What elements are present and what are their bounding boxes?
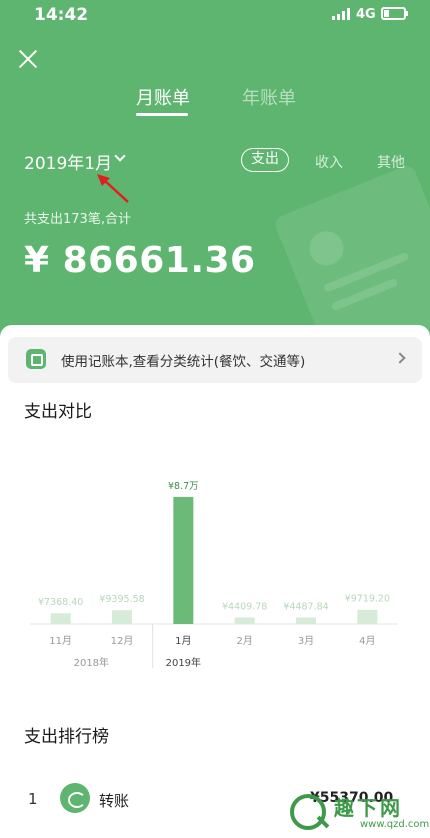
transfer-icon xyxy=(60,783,90,813)
signal-icon xyxy=(332,8,352,20)
chart-category-label: 3月 xyxy=(298,635,314,647)
chart-category-label: 2月 xyxy=(236,635,252,647)
year-label: 2018年 xyxy=(74,656,109,669)
chart-bar xyxy=(112,610,132,624)
decorative-card-illustration xyxy=(272,163,430,345)
compare-section-title: 支出对比 xyxy=(24,402,92,422)
expense-summary-text: 共支出173笔,合计 xyxy=(24,212,131,227)
year-label: 2019年 xyxy=(166,656,201,669)
tab-month-bill[interactable]: 月账单 xyxy=(136,84,190,110)
site-watermark: 趣下网 www.qzd.com xyxy=(290,790,430,838)
chart-category-label: 11月 xyxy=(49,635,72,647)
ranking-section-title: 支出排行榜 xyxy=(24,727,109,747)
chart-value-label: ¥9395.58 xyxy=(99,594,144,605)
total-amount: ¥ 86661.36 xyxy=(24,240,256,281)
ledger-icon xyxy=(26,349,46,369)
chart-value-label: ¥8.7万 xyxy=(168,481,199,492)
chart-bar xyxy=(357,609,378,624)
chart-value-label: ¥4487.84 xyxy=(283,601,328,612)
tab-underline xyxy=(136,113,188,116)
tip-text: 使用记账本,查看分类统计(餐饮、交通等) xyxy=(61,354,306,370)
month-picker[interactable]: 2019年1月 xyxy=(24,149,112,174)
annotation-arrow xyxy=(97,174,129,203)
header-panel: 14:42 4G 月账单 年账单 2019年1月 支出 收入 其他 共支出173… xyxy=(0,0,430,345)
filter-expense-button[interactable]: 支出 xyxy=(241,148,289,172)
chart-bar xyxy=(50,613,71,624)
chart-value-label: ¥9719.20 xyxy=(345,594,390,605)
chart-value-label: ¥7368.40 xyxy=(38,597,83,608)
rank-number: 1 xyxy=(28,790,38,808)
chart-category-label: 1月 xyxy=(175,635,191,647)
rank-category-name: 转账 xyxy=(99,792,130,810)
chart-bar xyxy=(234,617,255,624)
expense-compare-chart: ¥7368.40 11月 ¥9395.58 12月 ¥8.7万 1月 ¥4409.78 2月 ¥… xyxy=(30,481,398,669)
filter-other-button[interactable]: 其他 xyxy=(377,152,405,172)
chart-category-label: 12月 xyxy=(111,635,134,647)
close-icon[interactable] xyxy=(18,49,38,69)
chart-bar xyxy=(173,496,194,624)
chart-bar xyxy=(296,617,316,624)
watermark-url: www.qzd.com xyxy=(360,819,430,830)
chart-value-label: ¥4409.78 xyxy=(222,602,267,613)
battery-icon xyxy=(381,7,406,20)
status-bar: 14:42 4G xyxy=(0,0,430,30)
ledger-tip-banner[interactable]: 使用记账本,查看分类统计(餐饮、交通等) xyxy=(8,337,422,383)
status-time: 14:42 xyxy=(34,5,89,25)
watermark-text: 趣下网 xyxy=(334,796,403,820)
watermark-logo-icon xyxy=(290,794,326,830)
chevron-right-icon xyxy=(394,352,406,364)
chart-category-label: 4月 xyxy=(359,635,375,647)
chevron-down-icon[interactable] xyxy=(114,150,126,162)
network-type: 4G xyxy=(356,7,376,22)
filter-income-button[interactable]: 收入 xyxy=(315,152,343,172)
tab-year-bill[interactable]: 年账单 xyxy=(242,84,296,110)
